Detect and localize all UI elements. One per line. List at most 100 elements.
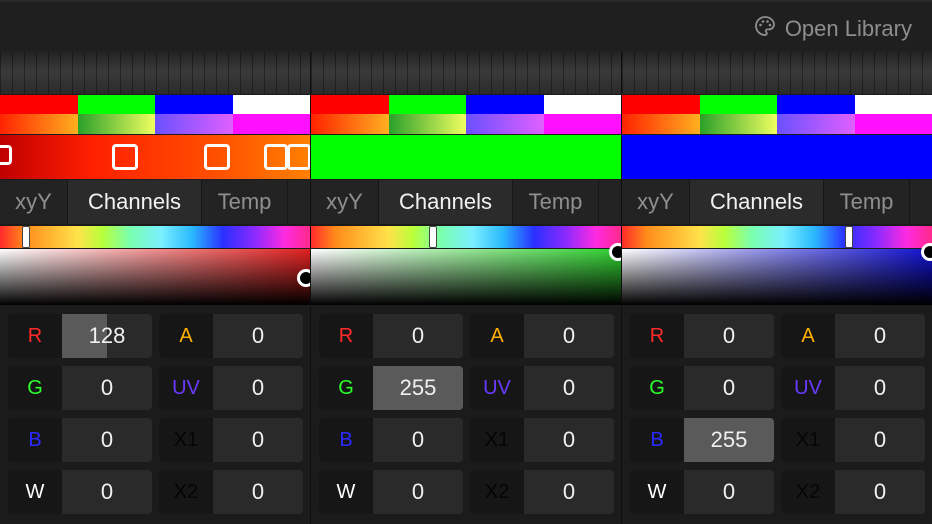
channel-x2[interactable]: X2 0	[470, 470, 614, 514]
channel-a-value[interactable]: 0	[524, 314, 614, 358]
channel-w[interactable]: W 0	[8, 470, 152, 514]
channel-uv[interactable]: UV 0	[159, 366, 303, 410]
swatch-violet-gradient[interactable]	[466, 114, 544, 134]
channel-x1[interactable]: X1 0	[159, 418, 303, 462]
swatch-blue[interactable]	[155, 95, 233, 114]
color-gradient-bar[interactable]	[311, 135, 621, 179]
hue-slider-thumb[interactable]	[429, 226, 437, 248]
channel-r-value[interactable]: 0	[373, 314, 463, 358]
tab-temp[interactable]: Temp	[202, 180, 288, 224]
swatch-orange-gradient[interactable]	[0, 114, 78, 134]
swatch-orange-gradient[interactable]	[622, 114, 700, 134]
swatch-white[interactable]	[854, 95, 932, 114]
tab-temp[interactable]: Temp	[513, 180, 599, 224]
channel-b[interactable]: B 0	[8, 418, 152, 462]
channel-a-value[interactable]: 0	[213, 314, 303, 358]
channel-uv[interactable]: UV 0	[470, 366, 614, 410]
channel-x1-value[interactable]: 0	[835, 418, 925, 462]
swatch-red[interactable]	[311, 95, 389, 114]
channel-g[interactable]: G 0	[8, 366, 152, 410]
swatch-blue[interactable]	[777, 95, 855, 114]
channel-w[interactable]: W 0	[319, 470, 463, 514]
tab-xyy[interactable]: xyY	[311, 180, 379, 224]
swatch-lime-gradient[interactable]	[699, 114, 777, 134]
hue-slider[interactable]	[311, 226, 621, 248]
channel-uv-value[interactable]: 0	[213, 366, 303, 410]
tab-channels[interactable]: Channels	[379, 180, 513, 224]
channel-a[interactable]: A 0	[781, 314, 925, 358]
gradient-handle[interactable]	[204, 144, 230, 170]
channel-a-value[interactable]: 0	[835, 314, 925, 358]
channel-a[interactable]: A 0	[159, 314, 303, 358]
channel-uv-value[interactable]: 0	[524, 366, 614, 410]
channel-g-value[interactable]: 0	[62, 366, 152, 410]
channel-x2[interactable]: X2 0	[159, 470, 303, 514]
tab-channels[interactable]: Channels	[68, 180, 202, 224]
channel-x1[interactable]: X1 0	[470, 418, 614, 462]
color-gradient-bar[interactable]	[0, 135, 311, 179]
channel-g[interactable]: G 255	[319, 366, 463, 410]
gradient-handle[interactable]	[287, 144, 311, 170]
gradient-handle[interactable]	[264, 144, 288, 170]
swatch-lime-gradient[interactable]	[77, 114, 155, 134]
channel-x1-value[interactable]: 0	[213, 418, 303, 462]
channel-uv[interactable]: UV 0	[781, 366, 925, 410]
hue-slider-thumb[interactable]	[845, 226, 853, 248]
channel-x2-value[interactable]: 0	[835, 470, 925, 514]
open-library-button[interactable]: Open Library	[753, 14, 912, 44]
swatch-green[interactable]	[77, 95, 155, 114]
channel-w-value[interactable]: 0	[62, 470, 152, 514]
channel-x2-value[interactable]: 0	[213, 470, 303, 514]
swatch-lime-gradient[interactable]	[388, 114, 466, 134]
swatch-magenta[interactable]	[543, 114, 621, 134]
channel-uv-value[interactable]: 0	[835, 366, 925, 410]
swatch-violet-gradient[interactable]	[777, 114, 855, 134]
channel-r-value[interactable]: 0	[684, 314, 774, 358]
tab-xyy[interactable]: xyY	[0, 180, 68, 224]
swatch-white[interactable]	[543, 95, 621, 114]
swatch-green[interactable]	[699, 95, 777, 114]
tab-xyy[interactable]: xyY	[622, 180, 690, 224]
color-gradient-bar[interactable]	[622, 135, 932, 179]
channel-w-value[interactable]: 0	[373, 470, 463, 514]
swatch-green[interactable]	[388, 95, 466, 114]
swatch-red[interactable]	[0, 95, 78, 114]
channel-b-value[interactable]: 0	[373, 418, 463, 462]
hue-slider[interactable]	[0, 226, 310, 248]
swatch-blue[interactable]	[466, 95, 544, 114]
channel-r[interactable]: R 128	[8, 314, 152, 358]
channel-a[interactable]: A 0	[470, 314, 614, 358]
channel-b[interactable]: B 255	[630, 418, 774, 462]
saturation-brightness-picker[interactable]	[0, 249, 315, 305]
tab-channels[interactable]: Channels	[690, 180, 824, 224]
fader-strip[interactable]	[0, 52, 310, 94]
channel-x2[interactable]: X2 0	[781, 470, 925, 514]
channel-r[interactable]: R 0	[319, 314, 463, 358]
hue-slider-thumb[interactable]	[22, 226, 30, 248]
channel-g-value[interactable]: 0	[684, 366, 774, 410]
swatch-violet-gradient[interactable]	[155, 114, 233, 134]
color-picker-thumb[interactable]	[921, 243, 932, 261]
saturation-brightness-picker[interactable]	[622, 243, 932, 305]
channel-x1[interactable]: X1 0	[781, 418, 925, 462]
channel-b-value[interactable]: 0	[62, 418, 152, 462]
hue-slider[interactable]	[622, 226, 932, 248]
channel-x1-value[interactable]: 0	[524, 418, 614, 462]
swatch-white[interactable]	[232, 95, 310, 114]
channel-g-value[interactable]: 255	[373, 366, 463, 410]
channel-r-value[interactable]: 128	[62, 314, 152, 358]
gradient-handle[interactable]	[112, 144, 138, 170]
swatch-magenta[interactable]	[854, 114, 932, 134]
channel-x2-value[interactable]: 0	[524, 470, 614, 514]
swatch-magenta[interactable]	[232, 114, 310, 134]
channel-b-value[interactable]: 255	[684, 418, 774, 462]
channel-g[interactable]: G 0	[630, 366, 774, 410]
tab-temp[interactable]: Temp	[824, 180, 910, 224]
swatch-orange-gradient[interactable]	[311, 114, 389, 134]
fader-strip[interactable]	[622, 52, 932, 94]
channel-w[interactable]: W 0	[630, 470, 774, 514]
gradient-handle[interactable]	[0, 145, 12, 165]
fader-strip[interactable]	[311, 52, 621, 94]
channel-w-value[interactable]: 0	[684, 470, 774, 514]
channel-r[interactable]: R 0	[630, 314, 774, 358]
